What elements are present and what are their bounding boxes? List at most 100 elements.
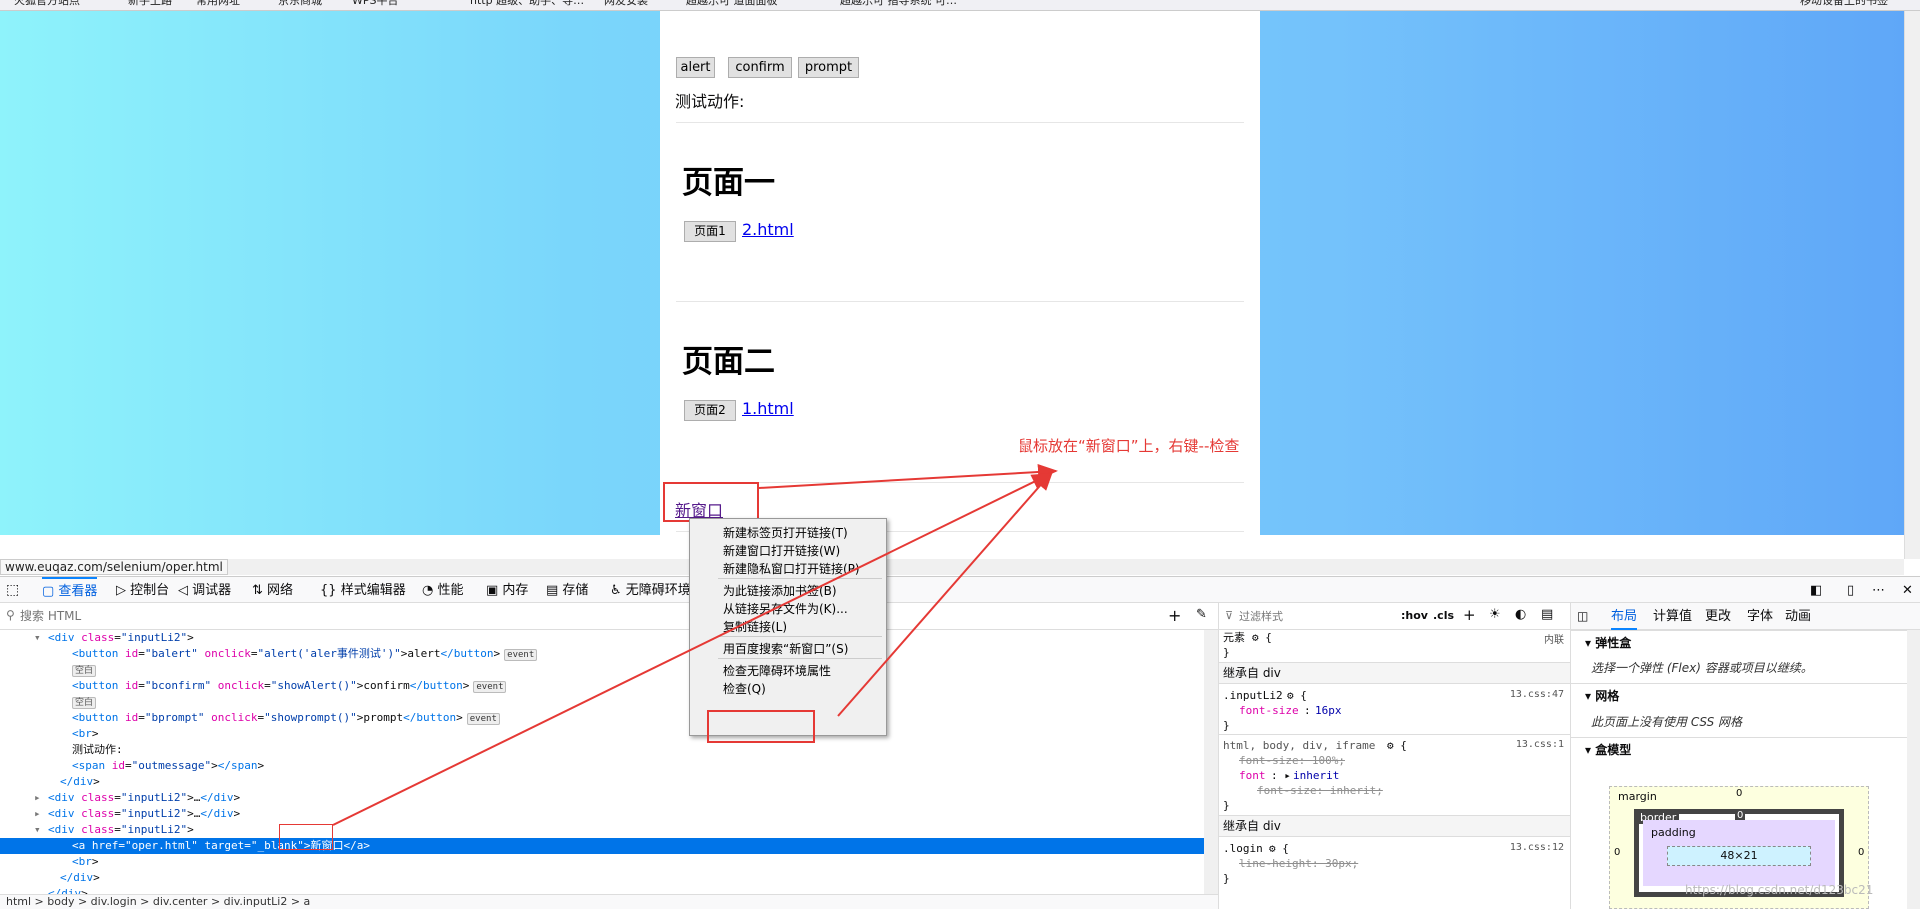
pick-element-icon[interactable]: ⬚ bbox=[6, 577, 26, 604]
event-badge[interactable]: event bbox=[473, 681, 507, 693]
context-menu-item[interactable]: 用百度搜索“新窗口”(S) bbox=[723, 640, 848, 658]
context-menu-item[interactable]: 检查无障碍环境属性 bbox=[723, 662, 831, 680]
markup-node[interactable]: <button id="balert" onclick="alert('aler… bbox=[0, 646, 1204, 662]
markup-scrollbar[interactable] bbox=[1204, 630, 1218, 894]
layout-tab[interactable]: 字体 bbox=[1747, 603, 1773, 630]
bookmark-item[interactable]: 移动设备上的书签 bbox=[1800, 0, 1888, 6]
markup-node[interactable]: <br> bbox=[0, 726, 1204, 742]
markup-node[interactable]: <button id="bconfirm" onclick="showAlert… bbox=[0, 678, 1204, 694]
layout-tab[interactable]: 布局 bbox=[1611, 603, 1638, 630]
rule-source[interactable]: 13.css:12 bbox=[1510, 842, 1564, 853]
markup-node[interactable]: ▾ <div class="inputLi2"> bbox=[0, 822, 1204, 838]
margin-right-value[interactable]: 0 bbox=[1858, 847, 1864, 858]
eyedropper-icon[interactable]: ✎ bbox=[1196, 607, 1207, 622]
prompt-button[interactable]: prompt bbox=[798, 57, 859, 78]
search-html-input[interactable] bbox=[20, 607, 1140, 625]
context-menu-item[interactable]: 为此链接添加书签(B) bbox=[723, 582, 837, 600]
event-badge[interactable]: event bbox=[466, 713, 500, 725]
grid-section[interactable]: ▾ 网格 bbox=[1571, 683, 1907, 707]
margin-left-value[interactable]: 0 bbox=[1614, 847, 1620, 858]
markup-node[interactable]: <br> bbox=[0, 854, 1204, 870]
breadcrumb[interactable]: html > body > div.login > div.center > d… bbox=[0, 894, 1218, 909]
markup-node[interactable]: </div> bbox=[0, 774, 1204, 790]
markup-node[interactable]: ▾ <div class="inputLi2"> bbox=[0, 630, 1204, 646]
layout-scrollbar[interactable] bbox=[1907, 630, 1920, 909]
bookmark-item[interactable]: 超越乐可 指导系统 可… bbox=[840, 0, 957, 6]
expand-toggle-icon[interactable]: ▾ bbox=[34, 822, 47, 838]
markup-node[interactable]: <span id="outmessage"></span> bbox=[0, 758, 1204, 774]
context-menu-item[interactable]: 从链接另存文件为(K)... bbox=[723, 600, 848, 618]
box-model-padding[interactable]: padding 48×21 bbox=[1643, 820, 1835, 886]
page2-button[interactable]: 页面2 bbox=[684, 400, 736, 421]
tab-memory[interactable]: ▣ 内存 bbox=[486, 577, 528, 604]
markup-node[interactable]: </div> bbox=[0, 870, 1204, 886]
tab-network[interactable]: ⇅ 网络 bbox=[252, 577, 293, 604]
rule-selector[interactable]: .login bbox=[1223, 841, 1263, 856]
markup-node[interactable]: ▸ <div class="inputLi2">…</div> bbox=[0, 790, 1204, 806]
rule-property[interactable]: font-size bbox=[1239, 703, 1299, 718]
layout-tab[interactable]: 动画 bbox=[1785, 603, 1811, 630]
sidebar-toggle-icon[interactable]: ◫ bbox=[1577, 603, 1588, 630]
markup-node[interactable]: 测试动作: bbox=[0, 742, 1204, 758]
rule-value[interactable]: inherit bbox=[1293, 768, 1339, 783]
hov-toggle[interactable]: :hov bbox=[1401, 609, 1428, 622]
more-options-icon[interactable]: ⋯ bbox=[1872, 577, 1885, 604]
bookmark-item[interactable]: 新手上路 bbox=[128, 0, 172, 6]
tab-accessibility[interactable]: ♿ 无障碍环境 bbox=[610, 577, 691, 604]
add-node-icon[interactable]: + bbox=[1168, 606, 1181, 625]
print-media-icon[interactable]: ▤ bbox=[1541, 607, 1553, 622]
margin-top-value[interactable]: 0 bbox=[1736, 788, 1742, 799]
filter-styles-input[interactable] bbox=[1239, 608, 1389, 625]
rule-selector[interactable]: html, body, div, iframe bbox=[1223, 738, 1375, 753]
markup-node-selected[interactable]: <a href="oper.html" target="_blank">新窗口<… bbox=[0, 838, 1204, 854]
markup-node[interactable]: </div> bbox=[0, 886, 1204, 894]
rule-source[interactable]: 13.css:1 bbox=[1516, 739, 1564, 750]
cls-toggle[interactable]: .cls bbox=[1433, 609, 1454, 622]
box-model-content-size[interactable]: 48×21 bbox=[1667, 846, 1811, 866]
layout-tab[interactable]: 计算值 bbox=[1653, 603, 1692, 630]
layout-tab[interactable]: 更改 bbox=[1705, 603, 1731, 630]
context-menu-item[interactable]: 检查(Q) bbox=[723, 680, 766, 698]
bookmark-item[interactable]: 超越乐可 道面面板 bbox=[686, 0, 778, 6]
add-rule-icon[interactable]: + bbox=[1463, 606, 1476, 624]
page-scrollbar[interactable] bbox=[1904, 11, 1920, 559]
rule-property[interactable]: font bbox=[1239, 768, 1266, 783]
dock-side-icon[interactable]: ◧ bbox=[1810, 577, 1822, 604]
event-badge[interactable]: event bbox=[504, 649, 538, 661]
rule-value[interactable]: 16px bbox=[1315, 703, 1342, 718]
light-theme-icon[interactable]: ☀ bbox=[1489, 607, 1501, 622]
link-2-html[interactable]: 2.html bbox=[742, 220, 794, 239]
box-model-section[interactable]: ▾ 盒模型 bbox=[1571, 737, 1907, 761]
link-1-html[interactable]: 1.html bbox=[742, 399, 794, 418]
tab-debugger[interactable]: ◁ 调试器 bbox=[178, 577, 231, 604]
tab-storage[interactable]: ▤ 存储 bbox=[546, 577, 588, 604]
alert-button[interactable]: alert bbox=[676, 57, 715, 78]
close-devtools-icon[interactable]: ✕ bbox=[1902, 577, 1913, 604]
confirm-button[interactable]: confirm bbox=[728, 57, 792, 78]
expand-toggle-icon[interactable]: ▸ bbox=[34, 790, 47, 806]
markup-node[interactable]: <button id="bprompt" onclick="showprompt… bbox=[0, 710, 1204, 726]
horizontal-scrollbar[interactable] bbox=[0, 559, 1904, 575]
expand-toggle-icon[interactable]: ▾ bbox=[34, 630, 47, 646]
markup-node[interactable]: ▸ <div class="inputLi2">…</div> bbox=[0, 806, 1204, 822]
context-menu-item[interactable]: 新建标签页打开链接(T) bbox=[723, 524, 848, 542]
page1-button[interactable]: 页面1 bbox=[684, 221, 736, 242]
tab-performance[interactable]: ◔ 性能 bbox=[422, 577, 464, 604]
tab-style-editor[interactable]: {} 样式编辑器 bbox=[320, 577, 406, 604]
bookmark-item[interactable]: http 超级、助手、导… bbox=[470, 0, 584, 6]
tab-inspector[interactable]: ▢ 查看器 bbox=[42, 577, 98, 604]
dark-theme-icon[interactable]: ◐ bbox=[1515, 607, 1526, 622]
markup-node[interactable]: 空白 bbox=[0, 662, 1204, 678]
bookmark-item[interactable]: 网友安装 bbox=[604, 0, 648, 6]
responsive-icon[interactable]: ▯ bbox=[1847, 577, 1854, 604]
context-menu-item[interactable]: 复制链接(L) bbox=[723, 618, 787, 636]
markup-node[interactable]: 空白 bbox=[0, 694, 1204, 710]
rule-property-overridden[interactable]: font-size: 100%; bbox=[1239, 753, 1345, 768]
bookmark-item[interactable]: 火狐官方站点 bbox=[14, 0, 80, 6]
rule-source[interactable]: 13.css:47 bbox=[1510, 689, 1564, 700]
bookmark-item[interactable]: 京东商城 bbox=[278, 0, 322, 6]
bookmark-item[interactable]: 常用网址 bbox=[196, 0, 240, 6]
rule-property-overridden[interactable]: line-height: 30px; bbox=[1239, 856, 1358, 871]
flexbox-section[interactable]: ▾ 弹性盒 bbox=[1571, 630, 1907, 654]
bookmark-item[interactable]: WPS平台 bbox=[352, 0, 399, 6]
